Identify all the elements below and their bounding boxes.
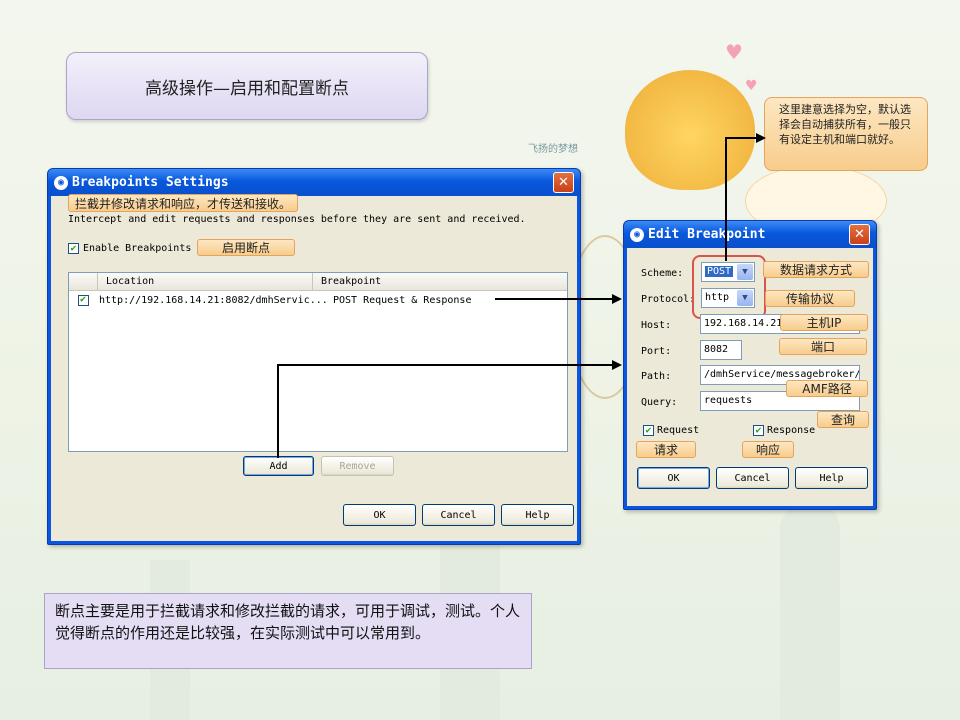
window-title-bar[interactable]: ◉ Edit Breakpoint ✕ bbox=[624, 221, 876, 248]
response-label: Response bbox=[767, 425, 816, 436]
column-check bbox=[69, 273, 98, 290]
checkmark-icon: ✔ bbox=[643, 425, 654, 436]
checkmark-icon: ✔ bbox=[77, 294, 89, 306]
ok-button[interactable]: OK bbox=[637, 467, 710, 489]
arrow-add-vertical bbox=[277, 364, 279, 458]
note-host: 主机IP bbox=[780, 314, 868, 331]
slide-title: 高级操作—启用和配置断点 bbox=[66, 52, 428, 120]
arrow-add-horizontal bbox=[277, 364, 613, 366]
window-title: Edit Breakpoint bbox=[648, 227, 766, 242]
remove-button[interactable]: Remove bbox=[321, 456, 394, 476]
cancel-button[interactable]: Cancel bbox=[422, 504, 495, 526]
arrow-callout-horizontal bbox=[725, 137, 757, 139]
heart-icon: ♥ bbox=[725, 40, 743, 64]
cartoon-cat-icon bbox=[625, 70, 755, 190]
arrow-head-right bbox=[612, 360, 622, 370]
cancel-button[interactable]: Cancel bbox=[716, 467, 789, 489]
window-title: Breakpoints Settings bbox=[72, 175, 229, 190]
summary-text: 断点主要是用于拦截请求和修改拦截的请求，可用于调试，测试。个人觉得断点的作用还是… bbox=[44, 593, 532, 669]
heart-icon: ♥ bbox=[745, 78, 758, 94]
checkmark-icon: ✔ bbox=[68, 243, 79, 254]
column-location[interactable]: Location bbox=[98, 273, 313, 290]
breakpoints-table: Location Breakpoint ✔ http://192.168.14.… bbox=[68, 272, 568, 452]
path-label: Path: bbox=[641, 371, 672, 382]
checkmark-icon: ✔ bbox=[753, 425, 764, 436]
note-port: 端口 bbox=[779, 338, 867, 355]
table-row[interactable]: ✔ http://192.168.14.21:8082/dmhServic...… bbox=[69, 291, 567, 309]
note-request: 请求 bbox=[636, 441, 696, 458]
description-text: Intercept and edit requests and response… bbox=[68, 214, 526, 225]
port-label: Port: bbox=[641, 346, 672, 357]
arrow-head-right bbox=[612, 294, 622, 304]
row-location: http://192.168.14.21:8082/dmhServic... bbox=[99, 294, 328, 306]
host-label: Host: bbox=[641, 320, 672, 331]
charles-app-icon: ◉ bbox=[54, 175, 68, 190]
response-checkbox[interactable]: ✔ Response bbox=[753, 425, 815, 436]
note-protocol: 传输协议 bbox=[765, 290, 855, 307]
enable-breakpoints-label: Enable Breakpoints bbox=[83, 243, 192, 254]
background-handwriting: 飞扬的梦想 bbox=[528, 144, 578, 155]
arrow-row-to-edit bbox=[495, 298, 613, 300]
help-button[interactable]: Help bbox=[795, 467, 868, 489]
row-breakpoint: POST Request & Response bbox=[333, 294, 472, 306]
request-label: Request bbox=[657, 425, 700, 436]
port-input[interactable]: 8082 bbox=[700, 340, 742, 360]
breakpoints-settings-body: 拦截并修改请求和响应，才传送和接收。 Intercept and edit re… bbox=[51, 194, 577, 541]
note-response: 响应 bbox=[742, 441, 794, 458]
edit-breakpoint-body: Scheme: POST ▼ Protocol: http ▼ Host: 19… bbox=[627, 248, 873, 506]
column-breakpoint[interactable]: Breakpoint bbox=[313, 273, 567, 290]
add-button[interactable]: Add bbox=[243, 456, 314, 476]
scheme-label: Scheme: bbox=[641, 268, 684, 279]
arrow-head-right bbox=[756, 133, 766, 143]
note-intercept: 拦截并修改请求和响应，才传送和接收。 bbox=[68, 194, 299, 212]
note-enable: 启用断点 bbox=[197, 239, 295, 256]
row-checkbox[interactable]: ✔ bbox=[69, 294, 97, 306]
note-path: AMF路径 bbox=[786, 380, 868, 397]
scheme-protocol-callout: 这里建意选择为空，默认选择会自动捕获所有，一般只有设定主机和端口就好。 bbox=[764, 97, 928, 171]
protocol-label: Protocol: bbox=[641, 294, 696, 305]
close-icon[interactable]: ✕ bbox=[553, 172, 574, 193]
arrow-callout-vertical bbox=[725, 137, 727, 261]
table-header: Location Breakpoint bbox=[69, 273, 567, 291]
request-checkbox[interactable]: ✔ Request bbox=[643, 425, 699, 436]
breakpoints-settings-window: ◉ Breakpoints Settings ✕ 拦截并修改请求和响应，才传送和… bbox=[47, 168, 581, 545]
note-query: 查询 bbox=[817, 411, 869, 428]
scheme-protocol-highlight bbox=[692, 255, 766, 319]
window-title-bar[interactable]: ◉ Breakpoints Settings ✕ bbox=[48, 169, 580, 196]
background-tree-far bbox=[780, 500, 840, 720]
query-label: Query: bbox=[641, 397, 678, 408]
close-icon[interactable]: ✕ bbox=[849, 224, 870, 245]
ok-button[interactable]: OK bbox=[343, 504, 416, 526]
note-scheme: 数据请求方式 bbox=[763, 261, 869, 278]
enable-breakpoints-checkbox[interactable]: ✔ Enable Breakpoints bbox=[68, 243, 191, 254]
charles-app-icon: ◉ bbox=[630, 227, 644, 242]
help-button[interactable]: Help bbox=[501, 504, 574, 526]
